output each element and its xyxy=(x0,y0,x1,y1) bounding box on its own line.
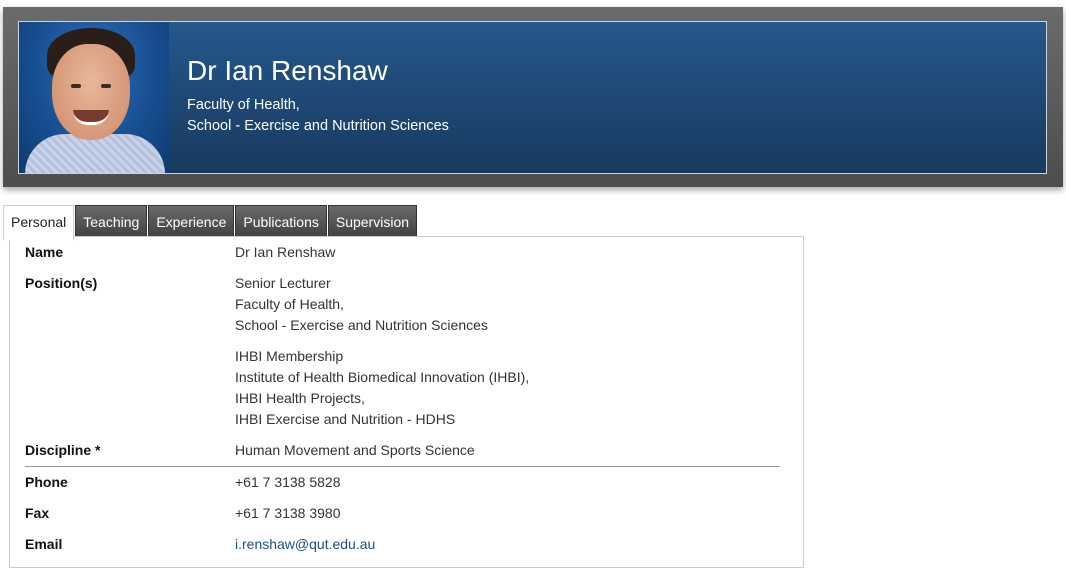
position-line: IHBI Exercise and Nutrition - HDHS xyxy=(235,411,456,427)
tab-teaching[interactable]: Teaching xyxy=(75,205,148,239)
photo-eye xyxy=(101,84,111,88)
phone-value: +61 7 3138 5828 xyxy=(235,474,341,490)
tab-supervision[interactable]: Supervision xyxy=(327,205,418,239)
section-divider xyxy=(25,466,780,467)
position-line: Faculty of Health, xyxy=(235,296,344,312)
email-label: Email xyxy=(25,536,63,552)
profile-photo xyxy=(19,22,169,173)
page-title: Dr Ian Renshaw xyxy=(187,55,388,86)
tab-publications[interactable]: Publications xyxy=(235,205,327,239)
position-line: Institute of Health Biomedical Innovatio… xyxy=(235,369,530,385)
tab-experience[interactable]: Experience xyxy=(148,205,235,239)
discipline-label: Discipline * xyxy=(25,442,101,458)
position-line: Senior Lecturer xyxy=(235,275,331,291)
discipline-value: Human Movement and Sports Science xyxy=(235,442,475,458)
position-block-2: IHBI Membership Institute of Health Biom… xyxy=(235,346,529,430)
photo-face xyxy=(52,44,130,140)
header-school: School - Exercise and Nutrition Sciences xyxy=(187,118,449,134)
fax-label: Fax xyxy=(25,505,50,521)
email-link[interactable]: i.renshaw@qut.edu.au xyxy=(235,536,375,552)
name-label: Name xyxy=(25,244,64,260)
name-value: Dr Ian Renshaw xyxy=(235,244,336,260)
profile-tabs: Personal Teaching Experience Publication… xyxy=(3,205,418,241)
positions-label: Position(s) xyxy=(25,275,98,291)
personal-details-panel: Name Dr Ian Renshaw Position(s) Senior L… xyxy=(9,236,804,568)
position-block-1: Senior Lecturer Faculty of Health, Schoo… xyxy=(235,273,488,336)
profile-header: Dr Ian Renshaw Faculty of Health, School… xyxy=(18,21,1047,174)
fax-value: +61 7 3138 3980 xyxy=(235,505,341,521)
tab-personal[interactable]: Personal xyxy=(3,205,75,241)
position-line: IHBI Membership xyxy=(235,348,344,364)
position-line: IHBI Health Projects, xyxy=(235,390,365,406)
phone-label: Phone xyxy=(25,474,68,490)
header-faculty: Faculty of Health, xyxy=(187,97,300,113)
email-value-wrap: i.renshaw@qut.edu.au xyxy=(235,534,375,555)
position-line: School - Exercise and Nutrition Sciences xyxy=(235,317,488,333)
photo-eye xyxy=(71,84,81,88)
